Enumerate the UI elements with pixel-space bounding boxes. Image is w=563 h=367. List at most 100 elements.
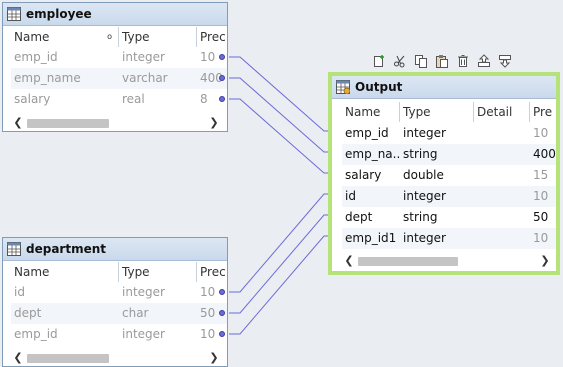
employee-titlebar[interactable]: employee bbox=[3, 3, 227, 26]
table-row[interactable]: id integer 10 bbox=[11, 282, 227, 303]
scroll-right-icon[interactable]: ❯ bbox=[207, 350, 221, 366]
scroll-left-icon[interactable]: ❮ bbox=[11, 115, 25, 131]
field-prec: 50 bbox=[533, 210, 549, 224]
link-emp_id bbox=[229, 56, 336, 132]
port-dept[interactable] bbox=[219, 310, 225, 316]
field-name: id bbox=[345, 189, 356, 203]
field-detail bbox=[474, 165, 530, 186]
table-row[interactable]: id integer 10 bbox=[342, 186, 556, 207]
scroll-left-icon[interactable]: ❮ bbox=[342, 253, 356, 269]
field-name: emp_id bbox=[14, 327, 58, 341]
col-prec-header[interactable]: Pre bbox=[530, 102, 556, 122]
field-name: emp_id bbox=[345, 126, 389, 140]
field-name: salary bbox=[14, 92, 51, 106]
department-titlebar[interactable]: department bbox=[3, 238, 227, 261]
field-name: emp_id1 bbox=[345, 231, 397, 245]
field-prec: 10 bbox=[533, 189, 549, 203]
field-name: emp_na... bbox=[345, 147, 400, 161]
field-type: integer bbox=[403, 231, 446, 245]
link-emp_id1 bbox=[229, 235, 336, 335]
field-type: integer bbox=[122, 50, 165, 64]
scroll-right-icon[interactable]: ❯ bbox=[207, 115, 221, 131]
field-type: string bbox=[403, 147, 438, 161]
col-name-header[interactable]: Name o bbox=[11, 27, 119, 47]
col-type-header[interactable]: Type bbox=[119, 27, 197, 47]
move-up-icon[interactable] bbox=[475, 52, 493, 70]
port-salary[interactable] bbox=[219, 96, 225, 102]
field-type: real bbox=[122, 92, 145, 106]
col-name-header[interactable]: Name bbox=[11, 262, 119, 282]
output-toolbar bbox=[370, 50, 517, 72]
table-row[interactable]: emp_id integer 10 bbox=[342, 123, 556, 144]
link-salary bbox=[229, 98, 336, 174]
col-prec-header[interactable]: Prec bbox=[197, 27, 227, 47]
scroll-thumb[interactable] bbox=[27, 119, 109, 128]
output-header: Name Type Detail Pre bbox=[342, 102, 556, 122]
column-options-icon[interactable]: o bbox=[107, 27, 112, 47]
col-type-header[interactable]: Type bbox=[400, 102, 474, 122]
new-port-icon[interactable] bbox=[370, 52, 388, 70]
output-panel[interactable]: Output Name Type Detail Pre emp_id integ… bbox=[328, 72, 560, 275]
department-hscrollbar[interactable]: ❮ ❯ bbox=[11, 350, 221, 366]
col-prec-header[interactable]: Prec bbox=[197, 262, 227, 282]
col-name-header[interactable]: Name bbox=[342, 102, 400, 122]
move-down-icon[interactable] bbox=[496, 52, 514, 70]
output-titlebar[interactable]: Output bbox=[332, 76, 556, 99]
department-header: Name Type Prec bbox=[11, 262, 227, 282]
link-dept bbox=[229, 214, 336, 314]
output-table-icon bbox=[336, 80, 350, 94]
department-panel[interactable]: department Name Type Prec id integer 10 … bbox=[2, 237, 228, 367]
col-type-header[interactable]: Type bbox=[119, 262, 197, 282]
department-title: department bbox=[26, 242, 106, 256]
employee-panel[interactable]: employee Name o Type Prec emp_id integer… bbox=[2, 2, 228, 132]
link-id bbox=[229, 193, 336, 293]
scroll-right-icon[interactable]: ❯ bbox=[538, 253, 552, 269]
field-name: id bbox=[14, 285, 25, 299]
table-row[interactable]: salary real 8 bbox=[11, 89, 227, 110]
table-row[interactable]: emp_na... string 400 bbox=[342, 144, 556, 165]
scroll-thumb[interactable] bbox=[358, 257, 458, 266]
table-row[interactable]: dept string 50 bbox=[342, 207, 556, 228]
link-emp_name bbox=[229, 77, 336, 153]
port-id[interactable] bbox=[219, 289, 225, 295]
field-type: varchar bbox=[122, 71, 168, 85]
field-name: dept bbox=[14, 306, 42, 320]
scroll-thumb[interactable] bbox=[27, 354, 109, 363]
table-row[interactable]: dept char 50 bbox=[11, 303, 227, 324]
field-detail bbox=[474, 207, 530, 228]
table-row[interactable]: emp_id1 integer 10 bbox=[342, 228, 556, 249]
field-detail bbox=[474, 186, 530, 207]
table-row[interactable]: salary double 15 bbox=[342, 165, 556, 186]
field-type: integer bbox=[403, 189, 446, 203]
port-emp_id[interactable] bbox=[219, 54, 225, 60]
col-detail-header[interactable]: Detail bbox=[474, 102, 530, 122]
delete-icon[interactable] bbox=[454, 52, 472, 70]
field-type: char bbox=[122, 306, 149, 320]
field-detail bbox=[474, 144, 530, 165]
cut-icon[interactable] bbox=[391, 52, 409, 70]
field-type: integer bbox=[403, 126, 446, 140]
table-row[interactable]: emp_name varchar 400 bbox=[11, 68, 227, 89]
field-type: string bbox=[403, 210, 438, 224]
paste-icon[interactable] bbox=[433, 52, 451, 70]
table-row[interactable]: emp_id integer 10 bbox=[11, 47, 227, 68]
port-emp_name[interactable] bbox=[219, 75, 225, 81]
copy-icon[interactable] bbox=[412, 52, 430, 70]
employee-header: Name o Type Prec bbox=[11, 27, 227, 47]
field-prec: 400 bbox=[533, 147, 556, 161]
field-type: integer bbox=[122, 327, 165, 341]
port-emp_id[interactable] bbox=[219, 331, 225, 337]
field-detail bbox=[474, 123, 530, 144]
employee-title: employee bbox=[26, 7, 92, 21]
field-type: double bbox=[403, 168, 444, 182]
scroll-left-icon[interactable]: ❮ bbox=[11, 350, 25, 366]
field-prec: 10 bbox=[533, 126, 549, 140]
field-prec: 15 bbox=[533, 168, 549, 182]
employee-hscrollbar[interactable]: ❮ ❯ bbox=[11, 115, 221, 131]
field-prec: 10 bbox=[533, 231, 549, 245]
field-type: integer bbox=[122, 285, 165, 299]
output-hscrollbar[interactable]: ❮ ❯ bbox=[342, 253, 552, 269]
output-title: Output bbox=[355, 80, 403, 94]
table-row[interactable]: emp_id integer 10 bbox=[11, 324, 227, 345]
field-name: dept bbox=[345, 210, 373, 224]
